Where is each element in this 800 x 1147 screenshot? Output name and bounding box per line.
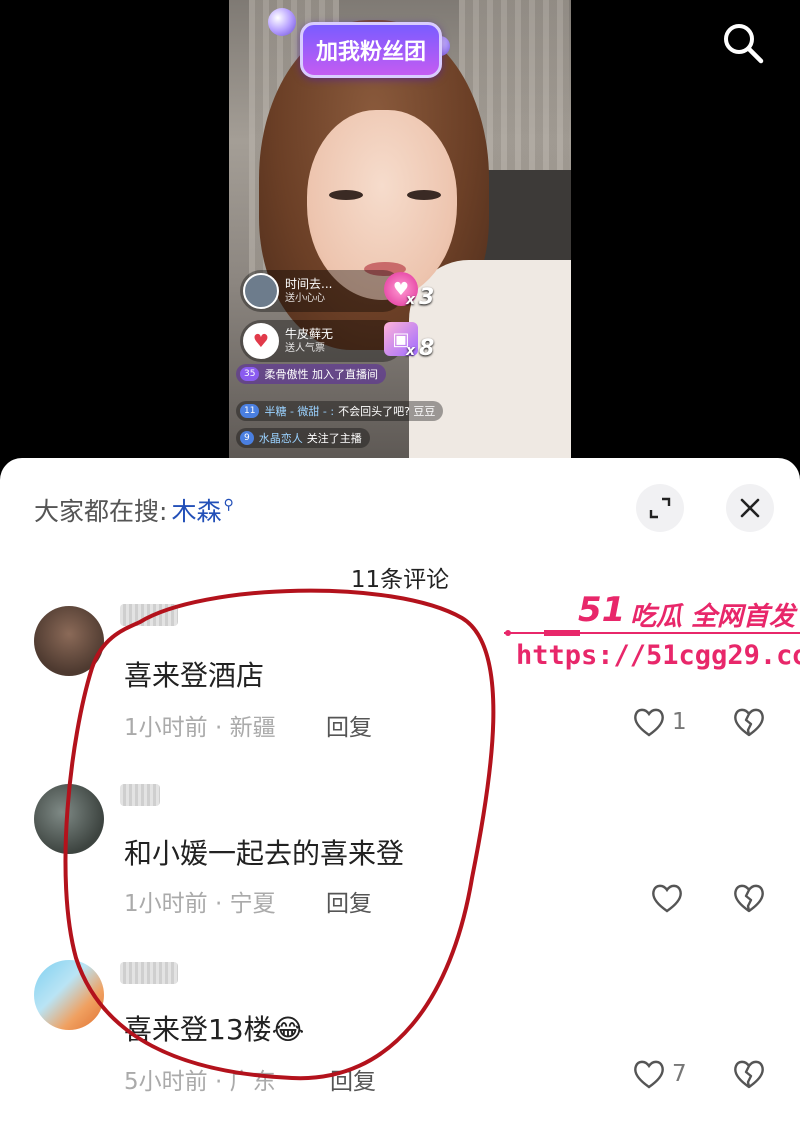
comment-username-blurred[interactable] (120, 784, 160, 806)
gift-description: 送小心心 (285, 293, 325, 304)
gift-sender-name: 牛皮藓无 (285, 327, 334, 341)
heart-outline-icon (652, 884, 682, 913)
live-video-area[interactable]: 加我粉丝团 时间去... 送小心心 ♥ x3 ♥ 牛皮藓无 送人气票 ▣ x8 … (0, 0, 800, 470)
reply-button[interactable]: 回复 (330, 1062, 376, 1096)
like-button[interactable] (650, 882, 684, 914)
hot-search-bar[interactable]: 大家都在搜: 木森 ⚲ (34, 492, 234, 528)
chat-text: 关注了主播 (306, 432, 362, 445)
watermark-divider (504, 630, 800, 636)
comment-meta: 1小时前 · 新疆 (124, 715, 276, 741)
avatar[interactable] (34, 606, 104, 676)
reply-button[interactable]: 回复 (326, 884, 372, 918)
comment-username-blurred[interactable] (120, 962, 178, 984)
chat-username[interactable]: 水晶恋人 (259, 430, 303, 446)
fan-club-button[interactable]: 加我粉丝团 (300, 22, 442, 78)
broken-heart-icon[interactable] (732, 882, 766, 914)
search-icon[interactable] (720, 20, 766, 66)
close-button[interactable] (726, 484, 774, 532)
chat-message: 9 水晶恋人 关注了主播 (236, 428, 370, 448)
broken-heart-icon[interactable] (732, 706, 766, 738)
chat-message: 11 半糖 - 微甜 - : 不会回头了吧? 豆豆 (236, 401, 444, 421)
chat-text: 不会回头了吧? 豆豆 (338, 405, 436, 418)
reply-button[interactable]: 回复 (326, 708, 372, 742)
hot-search-term[interactable]: 木森 (171, 492, 221, 528)
watermark-url: https://51cgg29.com (516, 640, 800, 671)
level-badge: 11 (240, 404, 260, 418)
like-count: 7 (672, 1061, 687, 1087)
site-watermark: 51 吃瓜 全网首发 https://51cgg29.com (504, 578, 800, 688)
heart-outline-icon (634, 1060, 664, 1089)
broken-heart-icon[interactable] (732, 1058, 766, 1090)
level-badge: 9 (240, 431, 254, 445)
search-icon: ⚲ (223, 497, 234, 513)
chat-text: 柔骨傲性 加入了直播间 (264, 368, 378, 381)
comment-meta: 5小时前 · 广东 (124, 1069, 276, 1095)
like-count: 1 (672, 709, 687, 735)
gift-count: x8 (406, 336, 435, 361)
comment-text: 喜来登13楼😂 (124, 1013, 305, 1046)
close-icon (740, 498, 760, 518)
comment-text: 喜来登酒店 (124, 659, 265, 692)
gift-banner: ♥ 牛皮藓无 送人气票 ▣ (240, 320, 418, 362)
avatar[interactable] (34, 960, 104, 1030)
gift-count: x3 (406, 285, 435, 310)
comment-panel: 大家都在搜: 木森 ⚲ 11条评论 喜来登酒店 1小时前 · 新疆 回复 1 和… (0, 458, 800, 1147)
hot-search-prefix: 大家都在搜: (34, 497, 168, 526)
heart-avatar-icon: ♥ (243, 323, 279, 359)
disco-ball-icon (268, 8, 296, 36)
gift-description: 送人气票 (285, 343, 325, 354)
like-button[interactable]: 1 (632, 706, 687, 738)
comment-meta: 1小时前 · 宁夏 (124, 891, 276, 917)
chat-username[interactable]: 半糖 - 微甜 - : (264, 403, 334, 419)
watermark-logo: 51 (578, 590, 626, 630)
heart-outline-icon (634, 708, 664, 737)
avatar[interactable] (34, 784, 104, 854)
expand-icon (649, 497, 671, 519)
level-badge: 35 (240, 367, 260, 381)
streamer-eye (329, 190, 363, 200)
gift-sender-name: 时间去... (285, 277, 333, 291)
streamer-eye (407, 190, 441, 200)
chat-message: 35 柔骨傲性 加入了直播间 (236, 364, 386, 384)
fan-club-label: 加我粉丝团 (315, 40, 426, 65)
expand-button[interactable] (636, 484, 684, 532)
like-button[interactable]: 7 (632, 1058, 687, 1090)
gift-banner: 时间去... 送小心心 ♥ (240, 270, 418, 312)
comment-username-blurred[interactable] (120, 604, 178, 626)
comment-text: 和小媛一起去的喜来登 (124, 837, 405, 870)
avatar (243, 273, 279, 309)
